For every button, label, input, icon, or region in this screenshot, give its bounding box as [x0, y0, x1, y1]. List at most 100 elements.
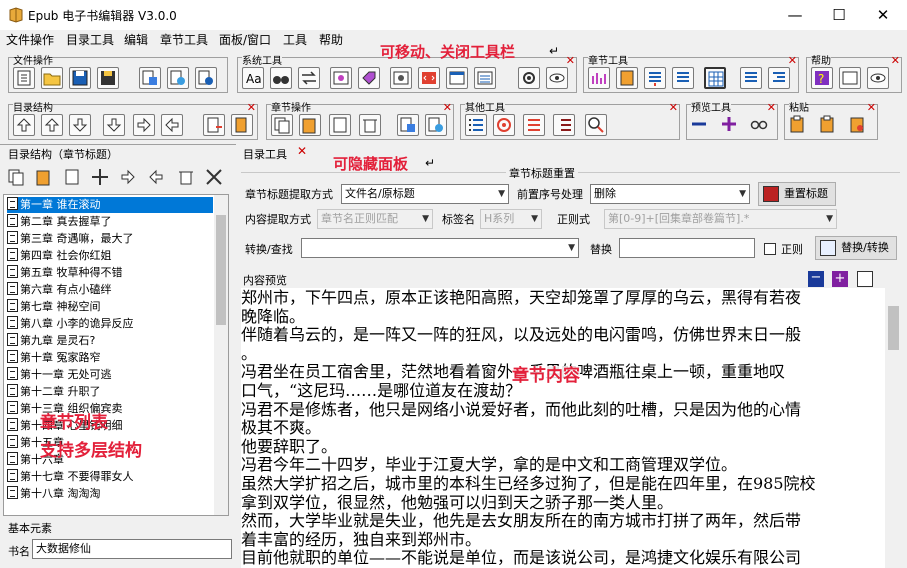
trash-icon[interactable] [359, 114, 381, 136]
tag-icon[interactable] [358, 67, 380, 89]
paste-chapter-icon[interactable] [34, 167, 56, 189]
indent-icon[interactable] [768, 67, 790, 89]
zoom-in-button[interactable]: + [832, 271, 848, 287]
content-scrollbar[interactable] [885, 288, 902, 568]
split-icon[interactable] [616, 67, 638, 89]
close-toolbar-icon[interactable]: ✕ [247, 102, 256, 114]
format-icon[interactable] [523, 114, 545, 136]
save-as-icon[interactable] [97, 67, 119, 89]
gear-icon[interactable] [518, 67, 540, 89]
menu-chapter-tools[interactable]: 章节工具 [160, 31, 208, 48]
append-icon[interactable] [231, 114, 253, 136]
book-title-field[interactable]: 大数据修仙 [32, 539, 232, 559]
tools-icon[interactable] [839, 67, 861, 89]
target-icon[interactable] [493, 114, 515, 136]
search-icon[interactable] [585, 114, 607, 136]
export-chapter-icon[interactable] [425, 114, 447, 136]
save-icon[interactable] [69, 67, 91, 89]
chapter-list-item[interactable]: 第八章 小李的诡异反应 [7, 316, 134, 332]
copy-chapter-icon[interactable] [6, 167, 28, 189]
export-icon[interactable] [167, 67, 189, 89]
maximize-button[interactable]: ☐ [817, 0, 861, 30]
paste-icon[interactable] [299, 114, 321, 136]
close-toolbar-icon[interactable]: ✕ [566, 55, 575, 67]
move-right-icon[interactable] [133, 114, 155, 136]
menu-panels[interactable]: 面板/窗口 [219, 31, 271, 48]
binoculars-icon[interactable] [270, 67, 292, 89]
close-toolbar-icon[interactable]: ✕ [788, 55, 797, 67]
close-panel-icon[interactable]: ✕ [297, 144, 307, 158]
zoom-out-icon[interactable] [689, 114, 711, 136]
chapter-list-item[interactable]: 第十二章 升职了 [7, 384, 101, 400]
chart-icon[interactable] [588, 67, 610, 89]
regex-checkbox[interactable] [764, 243, 776, 255]
tag-name-select[interactable]: H系列 ▼ [480, 209, 542, 229]
regex-select[interactable]: 第[0-9]+[回集章部卷篇节].* ▼ [604, 209, 837, 229]
eye-icon[interactable] [546, 67, 568, 89]
reset-title-button[interactable]: 重置标题 [758, 182, 836, 206]
import-icon[interactable] [139, 67, 161, 89]
code-icon[interactable] [418, 67, 440, 89]
replace-convert-button[interactable]: 替换/转换 [815, 236, 897, 260]
align-icon[interactable] [740, 67, 762, 89]
chapter-list-item[interactable]: 第一章 谁在滚动 [7, 197, 213, 213]
preview-glasses-icon[interactable] [857, 271, 873, 287]
replace-input[interactable] [619, 238, 755, 258]
zoom-in-icon[interactable] [719, 114, 741, 136]
about-eye-icon[interactable] [867, 67, 889, 89]
move-left-icon[interactable] [161, 114, 183, 136]
menu-tools[interactable]: 工具 [283, 31, 307, 48]
help-icon[interactable]: ? [811, 67, 833, 89]
close-toolbar-icon[interactable]: ✕ [891, 55, 900, 67]
import-chapter-icon[interactable] [397, 114, 419, 136]
close-button[interactable]: ✕ [861, 0, 905, 30]
move-up-icon[interactable] [41, 114, 63, 136]
move-down-icon[interactable] [69, 114, 91, 136]
chapter-list-item[interactable]: 第十章 冤家路窄 [7, 350, 101, 366]
menu-edit[interactable]: 编辑 [124, 31, 148, 48]
menu-help[interactable]: 帮助 [319, 31, 343, 48]
text-icon[interactable]: Aa [242, 67, 264, 89]
list-scroll-thumb[interactable] [216, 215, 226, 325]
grid-icon[interactable] [704, 67, 726, 89]
chapter-list-item[interactable]: 第十一章 无处可逃 [7, 367, 112, 383]
preview-glasses-icon[interactable] [749, 114, 771, 136]
chapter-list-item[interactable]: 第三章 奇遇嘛，最大了 [7, 231, 134, 247]
chapter-content[interactable]: 郑州市，下午四点，原本正该艳阳高照，天空却笼罩了厚厚的乌云，黑得有若夜 晚降临。伴… [241, 288, 885, 568]
indent-right-icon[interactable] [118, 167, 140, 189]
image-icon[interactable] [330, 67, 352, 89]
insert-icon[interactable] [203, 114, 225, 136]
close-toolbar-icon[interactable]: ✕ [669, 102, 678, 114]
menu-toc-tools[interactable]: 目录工具 [66, 31, 114, 48]
chapter-list-item[interactable]: 第九章 是灵石? [7, 333, 95, 349]
media-icon[interactable] [390, 67, 412, 89]
chapter-list-item[interactable]: 第四章 社会你红姐 [7, 248, 112, 264]
list-icon[interactable] [474, 67, 496, 89]
title-source-select[interactable]: 文件名/原标题 ▼ [341, 184, 509, 204]
zoom-out-button[interactable]: − [808, 271, 824, 287]
move-cross-icon[interactable] [90, 167, 112, 189]
chapter-list-item[interactable]: 第十八章 淘淘淘 [7, 486, 101, 502]
batch-icon[interactable] [195, 67, 217, 89]
convert-icon[interactable] [298, 67, 320, 89]
merge-icon[interactable] [644, 67, 666, 89]
numbered-list-icon[interactable] [465, 114, 487, 136]
indent-left-icon[interactable] [146, 167, 168, 189]
open-folder-icon[interactable] [41, 67, 63, 89]
content-method-select[interactable]: 章节名正则匹配 ▼ [317, 209, 433, 229]
paste-special-icon[interactable] [847, 114, 869, 136]
new-file-icon[interactable] [13, 67, 35, 89]
find-input[interactable]: ▼ [301, 238, 579, 258]
delete-chapter-icon[interactable] [176, 167, 198, 189]
chapter-list-item[interactable]: 第十七章 不要得罪女人 [7, 469, 134, 485]
copy-icon[interactable] [271, 114, 293, 136]
tools-cross-icon[interactable] [204, 167, 226, 189]
prefix-select[interactable]: 删除 ▼ [590, 184, 750, 204]
chapter-list-item[interactable]: 第五章 牧草种得不错 [7, 265, 123, 281]
menu-file[interactable]: 文件操作 [6, 31, 54, 48]
minimize-button[interactable]: — [773, 0, 817, 30]
close-toolbar-icon[interactable]: ✕ [443, 102, 452, 114]
chapter-list-item[interactable]: 第六章 有点小磕绊 [7, 282, 112, 298]
paste-html-icon[interactable] [817, 114, 839, 136]
new-page-icon[interactable] [329, 114, 351, 136]
